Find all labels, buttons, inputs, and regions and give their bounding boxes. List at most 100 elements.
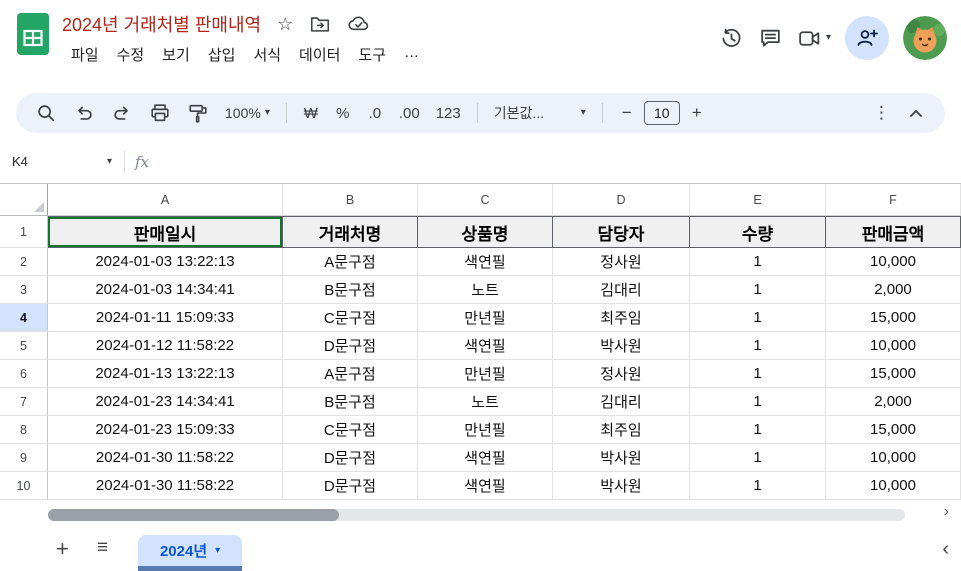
cell-C5[interactable]: 색연필 bbox=[418, 332, 553, 360]
meet-video-icon[interactable]: ▾ bbox=[797, 26, 831, 51]
cell-D10[interactable]: 박사원 bbox=[553, 472, 690, 500]
paint-format-icon[interactable] bbox=[180, 99, 216, 127]
comments-icon[interactable] bbox=[758, 26, 783, 51]
cell-D5[interactable]: 박사원 bbox=[553, 332, 690, 360]
menu-file[interactable]: 파일 bbox=[62, 41, 108, 68]
profile-avatar[interactable] bbox=[903, 16, 947, 60]
hide-toolbar-icon[interactable] bbox=[899, 99, 933, 127]
row-header-5[interactable]: 5 bbox=[0, 332, 48, 360]
horizontal-scrollbar-track[interactable] bbox=[48, 509, 905, 521]
cell-D9[interactable]: 박사원 bbox=[553, 444, 690, 472]
cell-C10[interactable]: 색연필 bbox=[418, 472, 553, 500]
undo-icon[interactable] bbox=[66, 99, 102, 127]
cell-F4[interactable]: 15,000 bbox=[826, 304, 961, 332]
cell-E9[interactable]: 1 bbox=[690, 444, 826, 472]
scroll-right-icon[interactable]: › bbox=[944, 503, 949, 521]
cell-A3[interactable]: 2024-01-03 14:34:41 bbox=[48, 276, 283, 304]
formula-input[interactable] bbox=[149, 140, 961, 183]
decrease-font-size-button[interactable]: − bbox=[612, 99, 642, 127]
increase-font-size-button[interactable]: + bbox=[682, 99, 712, 127]
cell-E8[interactable]: 1 bbox=[690, 416, 826, 444]
font-select[interactable]: 기본값... ▾ bbox=[487, 99, 593, 127]
cell-D7[interactable]: 김대리 bbox=[553, 388, 690, 416]
cell-B4[interactable]: C문구점 bbox=[283, 304, 418, 332]
cell-B1[interactable]: 거래처명 bbox=[283, 216, 418, 248]
menu-overflow[interactable]: … bbox=[395, 41, 428, 68]
cell-D2[interactable]: 정사원 bbox=[553, 248, 690, 276]
row-header-4[interactable]: 4 bbox=[0, 304, 48, 332]
cell-F9[interactable]: 10,000 bbox=[826, 444, 961, 472]
column-header-F[interactable]: F bbox=[826, 184, 961, 216]
cell-A10[interactable]: 2024-01-30 11:58:22 bbox=[48, 472, 283, 500]
cell-B3[interactable]: B문구점 bbox=[283, 276, 418, 304]
cell-C3[interactable]: 노트 bbox=[418, 276, 553, 304]
column-header-A[interactable]: A bbox=[48, 184, 283, 216]
cell-D3[interactable]: 김대리 bbox=[553, 276, 690, 304]
format-percent-button[interactable]: % bbox=[328, 99, 358, 127]
cell-F6[interactable]: 15,000 bbox=[826, 360, 961, 388]
format-currency-button[interactable]: ₩ bbox=[296, 99, 326, 127]
cell-C8[interactable]: 만년필 bbox=[418, 416, 553, 444]
cell-E2[interactable]: 1 bbox=[690, 248, 826, 276]
menu-edit[interactable]: 수정 bbox=[108, 41, 154, 68]
cell-A6[interactable]: 2024-01-13 13:22:13 bbox=[48, 360, 283, 388]
zoom-select[interactable]: 100% ▾ bbox=[218, 99, 277, 127]
row-header-8[interactable]: 8 bbox=[0, 416, 48, 444]
font-size-input[interactable]: 10 bbox=[643, 101, 680, 125]
redo-icon[interactable] bbox=[104, 99, 140, 127]
number-format-button[interactable]: 123 bbox=[429, 99, 468, 127]
cell-A1[interactable]: 판매일시 bbox=[48, 216, 283, 248]
menu-insert[interactable]: 삽입 bbox=[199, 41, 245, 68]
cell-B5[interactable]: D문구점 bbox=[283, 332, 418, 360]
cell-E5[interactable]: 1 bbox=[690, 332, 826, 360]
cell-B6[interactable]: A문구점 bbox=[283, 360, 418, 388]
cell-E3[interactable]: 1 bbox=[690, 276, 826, 304]
cell-B9[interactable]: D문구점 bbox=[283, 444, 418, 472]
cell-F2[interactable]: 10,000 bbox=[826, 248, 961, 276]
add-sheet-button[interactable]: + bbox=[56, 538, 69, 560]
column-header-E[interactable]: E bbox=[690, 184, 826, 216]
decrease-decimal-button[interactable]: .0 bbox=[360, 99, 390, 127]
cell-E4[interactable]: 1 bbox=[690, 304, 826, 332]
horizontal-scrollbar-thumb[interactable] bbox=[48, 509, 340, 521]
column-header-D[interactable]: D bbox=[553, 184, 690, 216]
cell-C2[interactable]: 색연필 bbox=[418, 248, 553, 276]
menu-format[interactable]: 서식 bbox=[244, 41, 290, 68]
row-header-7[interactable]: 7 bbox=[0, 388, 48, 416]
cell-B10[interactable]: D문구점 bbox=[283, 472, 418, 500]
version-history-icon[interactable] bbox=[719, 26, 744, 51]
sheet-tab-2024[interactable]: 2024년 ▾ bbox=[137, 530, 243, 571]
cell-E7[interactable]: 1 bbox=[690, 388, 826, 416]
collapse-side-panel-icon[interactable]: ‹ bbox=[942, 538, 949, 561]
cell-D6[interactable]: 정사원 bbox=[553, 360, 690, 388]
print-icon[interactable] bbox=[142, 99, 178, 127]
cell-F3[interactable]: 2,000 bbox=[826, 276, 961, 304]
cell-A4[interactable]: 2024-01-11 15:09:33 bbox=[48, 304, 283, 332]
all-sheets-icon[interactable]: ≡ bbox=[97, 538, 108, 557]
meet-dropdown-icon[interactable]: ▾ bbox=[826, 33, 831, 43]
search-icon[interactable] bbox=[28, 99, 64, 127]
increase-decimal-button[interactable]: .00 bbox=[392, 99, 427, 127]
cell-C6[interactable]: 만년필 bbox=[418, 360, 553, 388]
cell-A9[interactable]: 2024-01-30 11:58:22 bbox=[48, 444, 283, 472]
cell-D4[interactable]: 최주임 bbox=[553, 304, 690, 332]
cell-B8[interactable]: C문구점 bbox=[283, 416, 418, 444]
menu-tools[interactable]: 도구 bbox=[349, 41, 395, 68]
cell-F1[interactable]: 판매금액 bbox=[826, 216, 961, 248]
cell-C7[interactable]: 노트 bbox=[418, 388, 553, 416]
cell-B2[interactable]: A문구점 bbox=[283, 248, 418, 276]
star-icon[interactable]: ☆ bbox=[277, 15, 293, 33]
cell-E10[interactable]: 1 bbox=[690, 472, 826, 500]
cell-C1[interactable]: 상품명 bbox=[418, 216, 553, 248]
cell-E6[interactable]: 1 bbox=[690, 360, 826, 388]
document-title[interactable]: 2024년 거래처별 판매내역 bbox=[62, 11, 261, 37]
row-header-9[interactable]: 9 bbox=[0, 444, 48, 472]
name-box[interactable]: K4 ▾ bbox=[12, 154, 118, 169]
row-header-1[interactable]: 1 bbox=[0, 216, 48, 248]
select-all-corner[interactable] bbox=[0, 184, 48, 216]
cell-A7[interactable]: 2024-01-23 14:34:41 bbox=[48, 388, 283, 416]
cell-D1[interactable]: 담당자 bbox=[553, 216, 690, 248]
cell-D8[interactable]: 최주임 bbox=[553, 416, 690, 444]
column-header-C[interactable]: C bbox=[418, 184, 553, 216]
cell-F10[interactable]: 10,000 bbox=[826, 472, 961, 500]
